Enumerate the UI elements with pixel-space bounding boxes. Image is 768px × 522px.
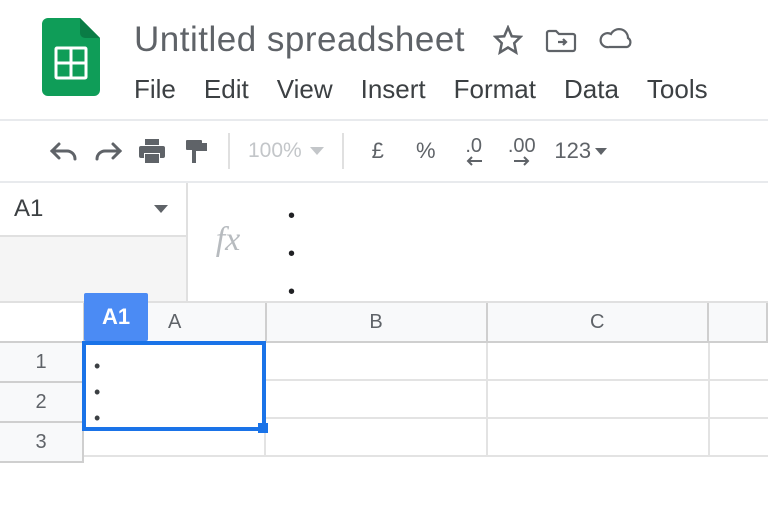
cell-B1[interactable] (266, 343, 488, 381)
cell-B2[interactable] (266, 381, 488, 419)
fx-icon: fx (188, 183, 268, 259)
zoom-value: 100% (248, 139, 302, 163)
menu-file[interactable]: File (134, 74, 176, 105)
row-header-2[interactable]: 2 (0, 383, 84, 423)
move-icon[interactable] (545, 27, 577, 53)
dropdown-arrow-icon (154, 205, 168, 213)
cell-D2[interactable] (710, 381, 768, 419)
cell-D3[interactable] (710, 419, 768, 457)
paint-format-button[interactable] (174, 129, 218, 173)
zoom-dropdown[interactable]: 100% (240, 139, 332, 163)
menu-format[interactable]: Format (454, 74, 536, 105)
undo-button[interactable] (42, 129, 86, 173)
menu-edit[interactable]: Edit (204, 74, 249, 105)
row-header-1[interactable]: 1 (0, 343, 84, 383)
percent-button[interactable]: % (402, 129, 450, 173)
select-all-cell[interactable] (0, 303, 85, 341)
dropdown-arrow-icon (310, 147, 324, 155)
decrease-decimal-button[interactable]: .0 (450, 129, 498, 173)
column-header-d[interactable] (709, 303, 768, 341)
increase-decimal-label: .00 (508, 136, 536, 156)
column-header-b[interactable]: B (267, 303, 488, 341)
cell-content-line: • (94, 379, 254, 405)
active-cell-selection[interactable]: • • • (82, 341, 266, 431)
decrease-decimal-label: .0 (465, 136, 482, 156)
dropdown-arrow-icon (595, 148, 607, 155)
menu-insert[interactable]: Insert (361, 74, 426, 105)
toolbar-sep-2 (342, 133, 344, 169)
redo-button[interactable] (86, 129, 130, 173)
print-button[interactable] (130, 129, 174, 173)
name-box[interactable]: A1 (0, 183, 186, 237)
more-formats-button[interactable]: 123 (546, 129, 616, 173)
row-headers: 1 2 3 (0, 343, 84, 463)
menu-tools[interactable]: Tools (647, 74, 708, 105)
fill-handle[interactable] (258, 423, 268, 433)
column-header-c[interactable]: C (488, 303, 709, 341)
cell-C2[interactable] (488, 381, 710, 419)
toolbar-sep-1 (228, 133, 230, 169)
more-formats-label: 123 (554, 138, 591, 164)
formula-line: • (288, 197, 750, 235)
cell-content-line: • (94, 405, 254, 431)
cloud-status-icon[interactable] (599, 27, 633, 53)
row-header-3[interactable]: 3 (0, 423, 84, 463)
currency-button[interactable]: £ (354, 129, 402, 173)
toolbar: 100% £ % .0 .00 123 (0, 121, 768, 181)
increase-decimal-button[interactable]: .00 (498, 129, 546, 173)
sheets-logo[interactable] (42, 18, 100, 96)
name-box-value: A1 (14, 195, 43, 223)
document-title[interactable]: Untitled spreadsheet (134, 18, 465, 62)
menu-data[interactable]: Data (564, 74, 619, 105)
cell-content-line: • (94, 353, 254, 379)
menu-bar: File Edit View Insert Format Data Tools (134, 74, 768, 105)
cell-area[interactable]: • • • (84, 343, 768, 463)
cell-B3[interactable] (266, 419, 488, 457)
cell-D1[interactable] (710, 343, 768, 381)
formula-line: • (288, 235, 750, 273)
menu-view[interactable]: View (277, 74, 333, 105)
cell-C3[interactable] (488, 419, 710, 457)
header: Untitled spreadsheet (0, 0, 768, 105)
cell-C1[interactable] (488, 343, 710, 381)
star-icon[interactable] (493, 25, 523, 55)
spreadsheet-grid: A1 A B C 1 2 3 • • • (0, 303, 768, 463)
active-cell-chip[interactable]: A1 (84, 293, 148, 341)
formula-bar-row: A1 fx • • • (0, 181, 768, 303)
